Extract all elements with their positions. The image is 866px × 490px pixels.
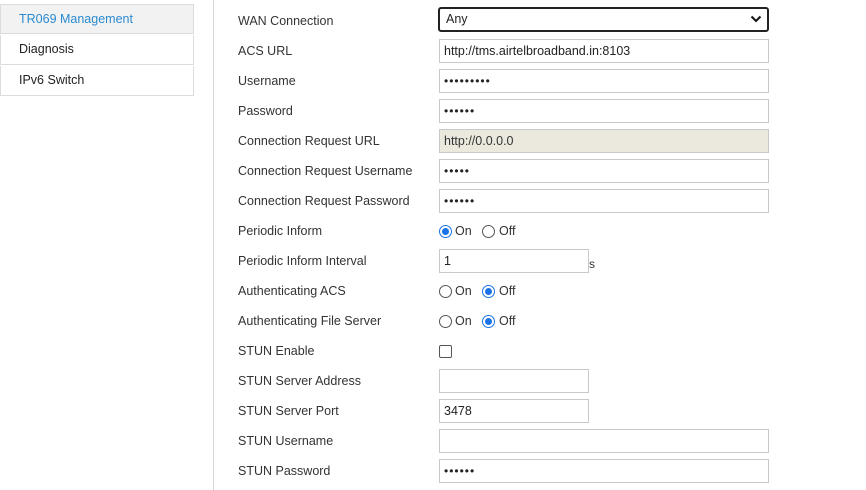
- stun-username-input[interactable]: [439, 429, 769, 453]
- sidebar-item-tr069-management[interactable]: TR069 Management: [0, 4, 194, 34]
- authenticating-acs-off-radio[interactable]: [482, 285, 495, 298]
- row-password: Password: [238, 96, 858, 126]
- periodic-inform-interval-label: Periodic Inform Interval: [238, 254, 367, 268]
- username-label: Username: [238, 74, 296, 88]
- stun-server-address-label: STUN Server Address: [238, 374, 361, 388]
- wan-connection-selected-value: Any: [446, 12, 468, 26]
- authenticating-file-server-on-label: On: [455, 314, 472, 328]
- authenticating-acs-on-label: On: [455, 284, 472, 298]
- connection-request-password-label: Connection Request Password: [238, 194, 410, 208]
- row-acs-url: ACS URL: [238, 36, 858, 66]
- content-divider: [213, 0, 214, 490]
- acs-url-input[interactable]: [439, 39, 769, 63]
- row-connection-request-password: Connection Request Password: [238, 186, 858, 216]
- authenticating-acs-label: Authenticating ACS: [238, 284, 346, 298]
- row-stun-server-port: STUN Server Port: [238, 396, 858, 426]
- connection-request-username-label: Connection Request Username: [238, 164, 413, 178]
- row-stun-enable: STUN Enable: [238, 336, 858, 366]
- sidebar-nav: TR069 Management Diagnosis IPv6 Switch: [0, 0, 194, 490]
- periodic-inform-label: Periodic Inform: [238, 224, 323, 238]
- authenticating-acs-off-label: Off: [499, 284, 516, 298]
- row-authenticating-acs: Authenticating ACS On Off: [238, 276, 858, 306]
- stun-password-input[interactable]: [439, 459, 769, 483]
- periodic-inform-off-label: Off: [499, 224, 516, 238]
- periodic-inform-interval-input[interactable]: [439, 249, 589, 273]
- periodic-inform-on-label: On: [455, 224, 472, 238]
- authenticating-file-server-off-radio[interactable]: [482, 315, 495, 328]
- connection-request-url-label: Connection Request URL: [238, 134, 380, 148]
- wan-connection-select[interactable]: Any: [438, 7, 769, 32]
- row-connection-request-username: Connection Request Username: [238, 156, 858, 186]
- connection-request-username-input[interactable]: [439, 159, 769, 183]
- stun-enable-label: STUN Enable: [238, 344, 315, 358]
- authenticating-acs-on-radio[interactable]: [439, 285, 452, 298]
- row-wan-connection: WAN Connection Any: [238, 6, 858, 36]
- acs-url-label: ACS URL: [238, 44, 293, 58]
- sidebar-item-label: IPv6 Switch: [19, 73, 85, 87]
- row-stun-username: STUN Username: [238, 426, 858, 456]
- row-username: Username: [238, 66, 858, 96]
- sidebar-item-diagnosis[interactable]: Diagnosis: [0, 35, 194, 65]
- wan-connection-label: WAN Connection: [238, 14, 334, 28]
- row-authenticating-file-server: Authenticating File Server On Off: [238, 306, 858, 336]
- row-connection-request-url: Connection Request URL: [238, 126, 858, 156]
- password-label: Password: [238, 104, 293, 118]
- stun-server-port-input[interactable]: [439, 399, 589, 423]
- periodic-inform-on-radio[interactable]: [439, 225, 452, 238]
- chevron-down-icon: [750, 15, 762, 23]
- authenticating-file-server-label: Authenticating File Server: [238, 314, 382, 328]
- stun-server-port-label: STUN Server Port: [238, 404, 339, 418]
- sidebar-item-label: Diagnosis: [19, 42, 74, 56]
- row-periodic-inform-interval: Periodic Inform Interval s: [238, 246, 858, 276]
- connection-request-url-input: [439, 129, 769, 153]
- row-stun-password: STUN Password: [238, 456, 858, 486]
- stun-enable-checkbox[interactable]: [439, 345, 452, 358]
- stun-server-address-input[interactable]: [439, 369, 589, 393]
- username-input[interactable]: [439, 69, 769, 93]
- sidebar-item-label: TR069 Management: [19, 12, 133, 26]
- interval-unit-label: s: [589, 257, 595, 271]
- password-input[interactable]: [439, 99, 769, 123]
- periodic-inform-off-radio[interactable]: [482, 225, 495, 238]
- authenticating-file-server-on-radio[interactable]: [439, 315, 452, 328]
- authenticating-file-server-off-label: Off: [499, 314, 516, 328]
- sidebar-item-ipv6-switch[interactable]: IPv6 Switch: [0, 66, 194, 96]
- row-stun-server-address: STUN Server Address: [238, 366, 858, 396]
- stun-password-label: STUN Password: [238, 464, 331, 478]
- connection-request-password-input[interactable]: [439, 189, 769, 213]
- stun-username-label: STUN Username: [238, 434, 334, 448]
- row-periodic-inform: Periodic Inform On Off: [238, 216, 858, 246]
